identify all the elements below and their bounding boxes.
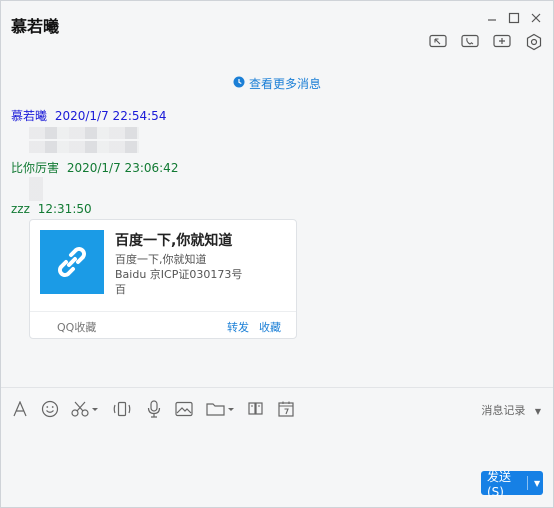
minimize-icon[interactable] [484,10,500,26]
redacted-message [29,141,139,153]
sticker-icon[interactable] [246,400,266,418]
view-more-messages-link[interactable]: 查看更多消息 [1,75,553,92]
image-icon[interactable] [174,400,194,418]
redacted-message [29,127,139,139]
card-description: 百 [115,283,126,296]
font-icon[interactable] [10,400,30,418]
message-area: 查看更多消息 慕若曦 2020/1/7 22:54:54 比你厉害 2020/1… [1,61,553,386]
card-description: 百度一下,你就知道 [115,253,207,266]
shake-icon[interactable] [112,400,132,418]
voice-call-icon[interactable] [460,32,480,52]
contact-name[interactable]: 慕若曦 [11,13,59,37]
add-member-icon[interactable] [492,32,512,52]
history-label: 消息记录 [481,404,526,417]
message-header: zzz 12:31:50 [11,202,92,216]
chat-window: 慕若曦 查看更多消息 慕若曦 2020/1/7 22:54:54 比你厉害 20… [0,0,554,508]
sender-name[interactable]: 比你厉害 [11,161,59,175]
message-header: 比你厉害 2020/1/7 23:06:42 [11,159,178,176]
folder-icon[interactable] [206,400,236,418]
message-history-button[interactable]: 消息记录 ▼ [481,402,541,418]
view-more-label: 查看更多消息 [248,77,321,91]
link-icon [40,230,104,294]
favorite-button[interactable]: 收藏 [259,319,281,335]
forward-button[interactable]: 转发 [227,319,249,335]
message-time: 2020/1/7 23:06:42 [66,161,179,175]
screen-share-icon[interactable] [428,32,448,52]
card-description: Baidu 京ICP证030173号 [115,268,243,281]
card-footer: QQ收藏 转发 收藏 [30,311,296,338]
card-source: QQ收藏 [57,321,97,334]
send-label: 发送(S) [487,469,512,499]
message-time: 2020/1/7 22:54:54 [54,109,167,123]
close-icon[interactable] [528,10,544,26]
chevron-down-icon: ▼ [534,407,541,416]
calendar-icon[interactable] [276,400,296,418]
redacted-message [29,177,43,189]
send-options-icon[interactable]: ▼ [527,476,540,490]
message-input[interactable]: 发送(S) ▼ [1,427,553,507]
card-title: 百度一下,你就知道 [115,233,233,249]
sender-name[interactable]: 慕若曦 [11,109,47,123]
maximize-icon[interactable] [506,10,522,26]
emoji-icon[interactable] [40,400,60,418]
title-bar: 慕若曦 [1,1,553,61]
scissors-icon[interactable] [70,400,100,418]
send-button[interactable]: 发送(S) ▼ [481,470,543,499]
mic-icon[interactable] [144,400,164,418]
message-header: 慕若曦 2020/1/7 22:54:54 [11,107,166,124]
input-toolbar: 消息记录 ▼ [1,387,553,428]
link-share-card[interactable]: 百度一下,你就知道 百度一下,你就知道 Baidu 京ICP证030173号 百… [29,219,297,339]
settings-icon[interactable] [524,32,544,52]
clock-icon [233,76,245,91]
redacted-message [29,189,43,201]
message-time: 12:31:50 [37,202,92,216]
sender-name[interactable]: zzz [11,202,30,216]
